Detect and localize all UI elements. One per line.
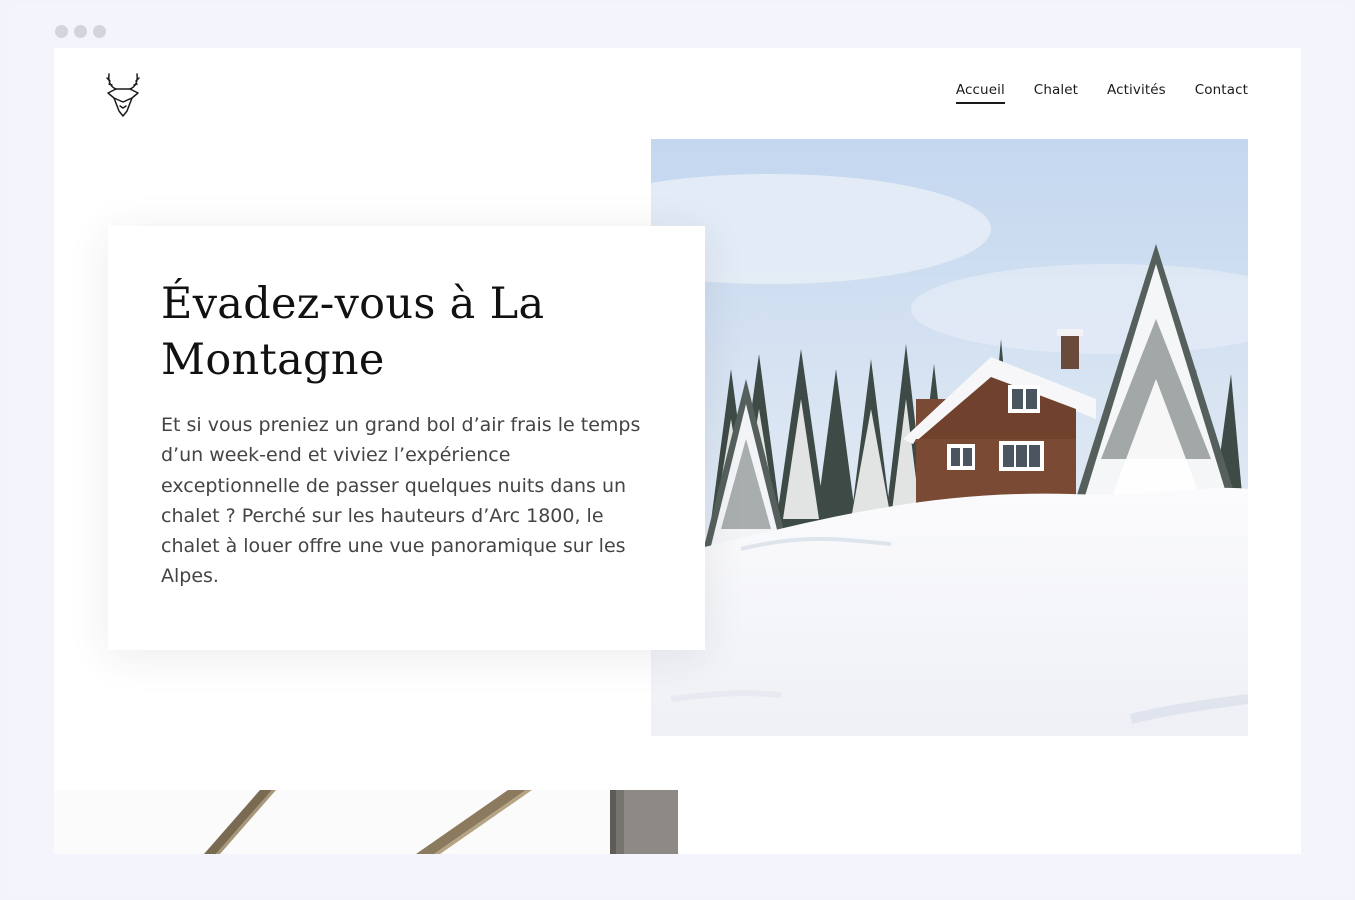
- hero-description: Et si vous preniez un grand bol d’air fr…: [161, 414, 641, 588]
- nav-item-chalet[interactable]: Chalet: [1034, 82, 1078, 104]
- window-dot-icon[interactable]: [74, 25, 87, 38]
- window-controls: [55, 25, 106, 38]
- deer-head-icon[interactable]: [106, 68, 140, 118]
- nav-item-activites[interactable]: Activités: [1107, 82, 1166, 104]
- website-page: Accueil Chalet Activités Contact Évadez-…: [54, 48, 1301, 854]
- hero-image: [651, 139, 1248, 736]
- section-image-preview: [54, 790, 678, 854]
- page-title: Évadez-vous à La Montagne: [161, 279, 545, 385]
- hero-card: Évadez-vous à La Montagne Et si vous pre…: [108, 226, 705, 650]
- window-dot-icon[interactable]: [55, 25, 68, 38]
- nav-item-contact[interactable]: Contact: [1195, 82, 1248, 104]
- window-dot-icon[interactable]: [93, 25, 106, 38]
- nav-item-accueil[interactable]: Accueil: [955, 82, 1005, 104]
- main-nav: Accueil Chalet Activités Contact: [955, 82, 1248, 104]
